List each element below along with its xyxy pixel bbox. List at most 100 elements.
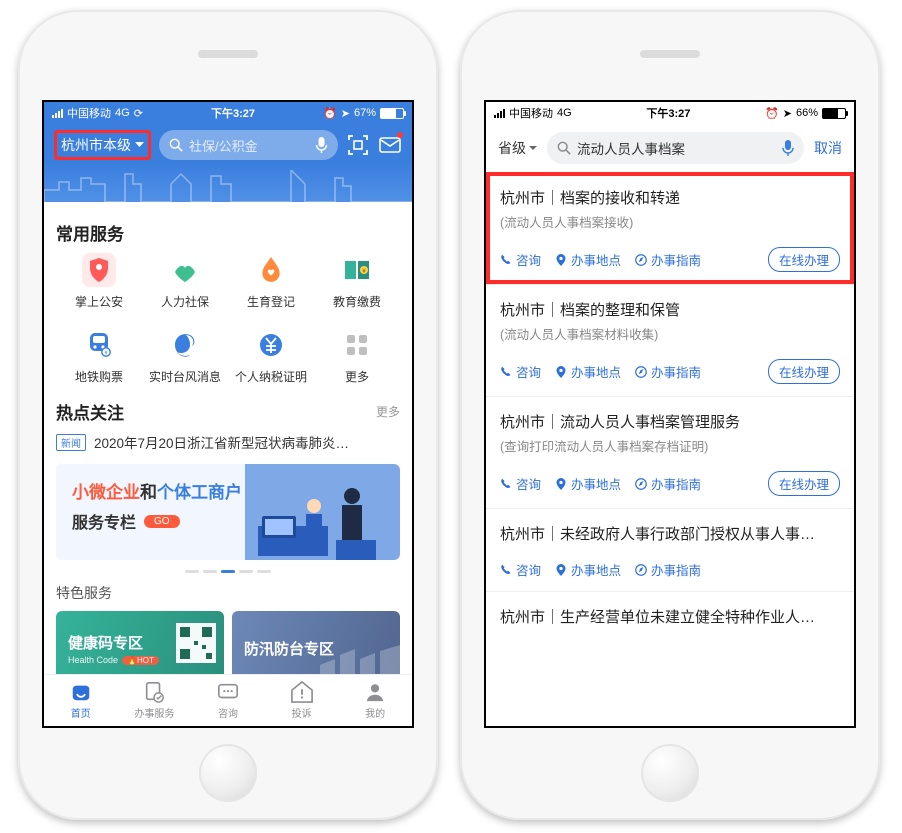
search-input[interactable]: 流动人员人事档案 bbox=[547, 132, 804, 164]
service-hr[interactable]: 人力社保 bbox=[142, 253, 228, 310]
result-item[interactable]: 杭州市｜未经政府人事行政部门授权从事人事… 咨询 办事地点 办事指南 bbox=[486, 508, 854, 591]
tab-mine[interactable]: 我的 bbox=[338, 675, 412, 726]
service-typhoon[interactable]: 实时台风消息 bbox=[142, 328, 228, 385]
tab-consult[interactable]: 咨询 bbox=[191, 675, 265, 726]
service-edu[interactable]: ¥ 教育缴费 bbox=[314, 253, 400, 310]
search-placeholder: 社保/公积金 bbox=[189, 136, 258, 155]
guide-link[interactable]: 办事指南 bbox=[635, 474, 701, 493]
location-status-icon: ➤ bbox=[783, 107, 792, 120]
guide-link[interactable]: 办事指南 bbox=[635, 560, 701, 579]
result-title: 杭州市｜生产经营单位未建立健全特种作业人… bbox=[500, 606, 840, 627]
yen-icon bbox=[259, 333, 283, 357]
services-grid: 掌上公安 人力社保 生育登记 ¥ 教育缴费 ¥ 地铁购票 bbox=[56, 253, 400, 385]
location-status-icon: ➤ bbox=[341, 107, 350, 120]
news-item[interactable]: 新闻 2020年7月20日浙江省新型冠状病毒肺炎… bbox=[56, 432, 400, 452]
result-subtitle: (查询打印流动人员人事档案存档证明) bbox=[500, 436, 840, 455]
consult-link[interactable]: 咨询 bbox=[500, 474, 541, 493]
result-item[interactable]: 杭州市｜生产经营单位未建立健全特种作业人… bbox=[486, 591, 854, 643]
service-birth[interactable]: 生育登记 bbox=[228, 253, 314, 310]
phone-mockup-left: 中国移动 4G ⟳ 下午3:27 ⏰ ➤ 67% 杭州市本级 bbox=[18, 10, 438, 820]
tab-services[interactable]: 办事服务 bbox=[118, 675, 192, 726]
tab-bar: 首页 办事服务 咨询 投诉 我的 bbox=[44, 674, 412, 726]
compass-icon bbox=[635, 564, 647, 576]
result-item[interactable]: 杭州市｜档案的接收和转递 (流动人员人事档案接收) 咨询 办事地点 办事指南 在… bbox=[486, 172, 854, 284]
phone-icon bbox=[500, 254, 512, 266]
tab-complaint[interactable]: 投诉 bbox=[265, 675, 339, 726]
screen-right: 中国移动 4G 下午3:27 ⏰ ➤ 66% 省级 流动人员人事档案 取消 bbox=[484, 100, 856, 728]
level-selector[interactable]: 省级 bbox=[498, 138, 537, 158]
hot-title: 热点关注 更多 bbox=[56, 399, 400, 424]
chevron-down-icon bbox=[135, 142, 144, 148]
heart-drop-icon bbox=[260, 257, 282, 283]
location-link[interactable]: 办事地点 bbox=[555, 250, 621, 269]
doc-check-icon bbox=[143, 681, 165, 703]
location-link[interactable]: 办事地点 bbox=[555, 362, 621, 381]
online-apply-button[interactable]: 在线办理 bbox=[768, 247, 840, 272]
phone-speaker bbox=[198, 50, 258, 58]
result-title: 杭州市｜未经政府人事行政部门授权从事人事… bbox=[500, 523, 840, 544]
mic-icon[interactable] bbox=[315, 137, 328, 153]
pin-icon bbox=[555, 366, 567, 378]
screen-left: 中国移动 4G ⟳ 下午3:27 ⏰ ➤ 67% 杭州市本级 bbox=[42, 100, 414, 728]
result-title: 杭州市｜流动人员人事档案管理服务 bbox=[500, 411, 840, 432]
hot-more-link[interactable]: 更多 bbox=[376, 403, 400, 420]
alarm-icon: ⏰ bbox=[765, 107, 779, 120]
battery-percent: 66% bbox=[796, 107, 818, 119]
metro-icon: ¥ bbox=[86, 333, 112, 357]
phone-icon bbox=[500, 478, 512, 490]
compass-icon bbox=[635, 366, 647, 378]
network-label: 4G bbox=[557, 107, 572, 119]
scan-button[interactable] bbox=[346, 133, 370, 157]
alarm-icon: ⏰ bbox=[323, 107, 337, 120]
battery-icon bbox=[380, 108, 404, 119]
result-subtitle: (流动人员人事档案材料收集) bbox=[500, 324, 840, 343]
search-input[interactable]: 社保/公积金 bbox=[159, 130, 338, 160]
pin-icon bbox=[555, 478, 567, 490]
battery-icon bbox=[822, 108, 846, 119]
guide-link[interactable]: 办事指南 bbox=[635, 250, 701, 269]
tab-home[interactable]: 首页 bbox=[44, 675, 118, 726]
location-selector[interactable]: 杭州市本级 bbox=[54, 130, 151, 160]
service-more[interactable]: 更多 bbox=[314, 328, 400, 385]
network-label: 4G bbox=[115, 107, 130, 119]
online-apply-button[interactable]: 在线办理 bbox=[768, 471, 840, 496]
messages-button[interactable] bbox=[378, 133, 402, 157]
user-icon bbox=[364, 681, 386, 703]
promo-banner[interactable]: 小微企业和个体工商户 服务专栏 GO bbox=[56, 464, 400, 560]
consult-link[interactable]: 咨询 bbox=[500, 362, 541, 381]
home-button[interactable] bbox=[199, 744, 257, 802]
cancel-button[interactable]: 取消 bbox=[814, 138, 842, 158]
search-icon bbox=[169, 138, 183, 152]
news-text: 2020年7月20日浙江省新型冠状病毒肺炎… bbox=[94, 432, 349, 452]
search-icon bbox=[557, 141, 571, 155]
guide-link[interactable]: 办事指南 bbox=[635, 362, 701, 381]
phone-speaker bbox=[640, 50, 700, 58]
result-item[interactable]: 杭州市｜流动人员人事档案管理服务 (查询打印流动人员人事档案存档证明) 咨询 办… bbox=[486, 396, 854, 508]
service-tax[interactable]: 个人纳税证明 bbox=[228, 328, 314, 385]
online-apply-button[interactable]: 在线办理 bbox=[768, 359, 840, 384]
home-button[interactable] bbox=[641, 744, 699, 802]
location-link[interactable]: 办事地点 bbox=[555, 474, 621, 493]
location-link[interactable]: 办事地点 bbox=[555, 560, 621, 579]
consult-link[interactable]: 咨询 bbox=[500, 250, 541, 269]
home-icon bbox=[70, 681, 92, 703]
service-police[interactable]: 掌上公安 bbox=[56, 253, 142, 310]
carousel-dots bbox=[56, 570, 400, 573]
result-title: 杭州市｜档案的接收和转递 bbox=[500, 187, 840, 208]
consult-link[interactable]: 咨询 bbox=[500, 560, 541, 579]
mic-icon[interactable] bbox=[782, 140, 794, 156]
activity-icon: ⟳ bbox=[134, 107, 143, 120]
app-header: 中国移动 4G ⟳ 下午3:27 ⏰ ➤ 67% 杭州市本级 bbox=[44, 102, 412, 202]
status-bar: 中国移动 4G 下午3:27 ⏰ ➤ 66% bbox=[486, 102, 854, 124]
result-item[interactable]: 杭州市｜档案的整理和保管 (流动人员人事档案材料收集) 咨询 办事地点 办事指南… bbox=[486, 284, 854, 396]
compass-icon bbox=[635, 478, 647, 490]
search-results: 杭州市｜档案的接收和转递 (流动人员人事档案接收) 咨询 办事地点 办事指南 在… bbox=[486, 172, 854, 643]
go-badge: GO bbox=[144, 515, 180, 528]
pin-icon bbox=[555, 254, 567, 266]
phone-icon bbox=[500, 564, 512, 576]
hands-icon bbox=[171, 258, 199, 282]
grid-more-icon bbox=[345, 333, 369, 357]
hot-badge: 🔥HOT bbox=[122, 656, 159, 665]
book-icon: ¥ bbox=[343, 259, 371, 281]
service-metro[interactable]: ¥ 地铁购票 bbox=[56, 328, 142, 385]
